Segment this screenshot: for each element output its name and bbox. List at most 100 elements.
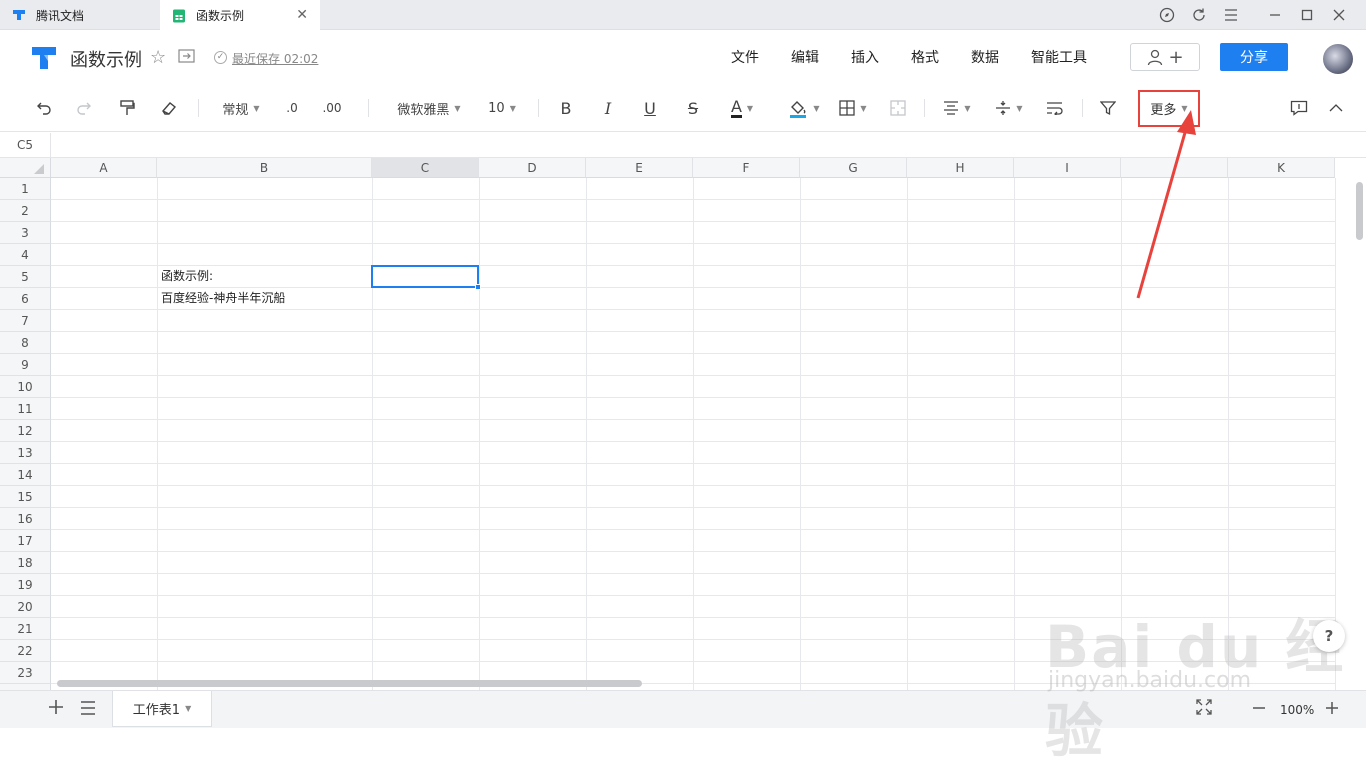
row-header[interactable]: 12 (0, 420, 51, 442)
comment-icon[interactable] (1288, 96, 1310, 120)
font-size-select[interactable]: 10 ▼ (486, 96, 518, 120)
share-button[interactable]: 分享 (1220, 43, 1288, 71)
italic-button[interactable]: I (598, 96, 618, 120)
row-header[interactable]: 11 (0, 398, 51, 420)
menu-smart-tools[interactable]: 智能工具 (1031, 47, 1087, 67)
add-collaborator-button[interactable]: + (1130, 43, 1200, 71)
clear-format-icon[interactable] (158, 96, 180, 120)
format-painter-icon[interactable] (116, 96, 138, 120)
menu-format[interactable]: 格式 (911, 47, 939, 67)
plus-icon: + (1168, 46, 1184, 68)
column-header[interactable]: H (907, 158, 1014, 178)
horizontal-scrollbar[interactable] (57, 680, 642, 687)
more-button[interactable]: 更多 ▼ (1138, 90, 1200, 127)
column-header[interactable]: A (51, 158, 157, 178)
row-header[interactable]: 1 (0, 178, 51, 200)
row-header[interactable]: 2 (0, 200, 51, 222)
column-header[interactable]: G (800, 158, 907, 178)
close-window-icon[interactable] (1330, 6, 1348, 24)
row-header[interactable]: 14 (0, 464, 51, 486)
column-header[interactable]: D (479, 158, 586, 178)
menu-data[interactable]: 数据 (971, 47, 999, 67)
vertical-align-button[interactable]: ▼ (992, 96, 1026, 120)
sheet-list-icon[interactable] (80, 699, 96, 720)
row-header[interactable]: 21 (0, 618, 51, 640)
column-header[interactable]: F (693, 158, 800, 178)
redo-icon[interactable] (74, 96, 96, 120)
row-header[interactable]: 4 (0, 244, 51, 266)
paint-bucket-icon (790, 101, 807, 118)
bold-button[interactable]: B (556, 96, 576, 120)
add-sheet-icon[interactable] (48, 699, 64, 720)
chevron-down-icon: ▼ (813, 103, 820, 113)
refresh-icon[interactable] (1190, 6, 1208, 24)
row-header[interactable]: 19 (0, 574, 51, 596)
star-icon[interactable]: ☆ (150, 47, 166, 68)
tab-function-example[interactable]: 函数示例 ✕ (160, 0, 320, 31)
cell-b5[interactable]: 函数示例: (157, 265, 213, 287)
row-header[interactable]: 16 (0, 508, 51, 530)
row-header[interactable]: 9 (0, 354, 51, 376)
tab-tencent-docs[interactable]: 腾讯文档 (0, 0, 160, 30)
avatar[interactable] (1323, 44, 1353, 74)
row-header[interactable]: 13 (0, 442, 51, 464)
font-family-select[interactable]: 微软雅黑 ▼ (392, 96, 466, 120)
fill-handle[interactable] (475, 284, 481, 290)
column-header[interactable]: C (372, 158, 479, 178)
row-header[interactable]: 5 (0, 266, 51, 288)
row-header[interactable]: 10 (0, 376, 51, 398)
sheet-tab[interactable]: 工作表1 ▼ (112, 691, 212, 727)
column-header[interactable]: E (586, 158, 693, 178)
tencent-docs-logo-icon[interactable] (30, 45, 58, 71)
menu-edit[interactable]: 编辑 (791, 47, 819, 67)
row-header[interactable]: 20 (0, 596, 51, 618)
minimize-icon[interactable] (1266, 6, 1284, 24)
menu-file[interactable]: 文件 (731, 47, 759, 67)
row-header[interactable]: 23 (0, 662, 51, 684)
fill-color-button[interactable]: ▼ (786, 96, 822, 120)
border-button[interactable]: ▼ (836, 96, 870, 120)
row-header[interactable]: 22 (0, 640, 51, 662)
font-size-value: 10 (488, 100, 505, 116)
font-color-button[interactable]: A ▼ (724, 96, 760, 120)
row-header[interactable]: 6 (0, 288, 51, 310)
selected-cell[interactable] (371, 265, 479, 288)
undo-icon[interactable] (32, 96, 54, 120)
increase-decimal-button[interactable]: .00 (320, 96, 344, 120)
hamburger-menu-icon[interactable] (1222, 6, 1240, 24)
maximize-icon[interactable] (1298, 6, 1316, 24)
filter-icon[interactable] (1098, 96, 1118, 120)
cell-reference[interactable]: C5 (0, 133, 51, 157)
column-header[interactable] (1121, 158, 1228, 178)
column-header[interactable]: I (1014, 158, 1121, 178)
row-header[interactable]: 3 (0, 222, 51, 244)
decrease-decimal-button[interactable]: .0 (282, 96, 302, 120)
doc-title[interactable]: 函数示例 (70, 46, 142, 72)
column-header[interactable]: B (157, 158, 372, 178)
compass-icon[interactable] (1158, 6, 1176, 24)
wrap-text-icon[interactable] (1044, 96, 1066, 120)
row-header[interactable]: 7 (0, 310, 51, 332)
column-header[interactable]: K (1228, 158, 1335, 178)
save-status[interactable]: 最近保存 02:02 (232, 50, 318, 67)
select-all-corner[interactable] (0, 158, 51, 178)
row-header[interactable]: 18 (0, 552, 51, 574)
user-icon (1148, 49, 1163, 66)
row-header[interactable]: 8 (0, 332, 51, 354)
help-button[interactable]: ? (1313, 620, 1345, 652)
move-to-folder-icon[interactable] (178, 48, 196, 64)
row-header[interactable]: 17 (0, 530, 51, 552)
strikethrough-button[interactable]: S (683, 96, 703, 120)
horizontal-align-button[interactable]: ▼ (940, 96, 974, 120)
number-format-select[interactable]: 常规 ▼ (218, 96, 264, 120)
merge-cells-icon[interactable] (888, 96, 908, 120)
underline-button[interactable]: U (640, 96, 660, 120)
vertical-scrollbar[interactable] (1356, 182, 1363, 240)
grid-row-line (51, 507, 1336, 508)
collapse-toolbar-icon[interactable] (1326, 96, 1346, 120)
menu-insert[interactable]: 插入 (851, 47, 879, 67)
cell-b6[interactable]: 百度经验-神舟半年沉船 (157, 287, 285, 309)
grid-row-line (51, 375, 1336, 376)
row-header[interactable]: 15 (0, 486, 51, 508)
close-tab-icon[interactable]: ✕ (296, 7, 308, 23)
